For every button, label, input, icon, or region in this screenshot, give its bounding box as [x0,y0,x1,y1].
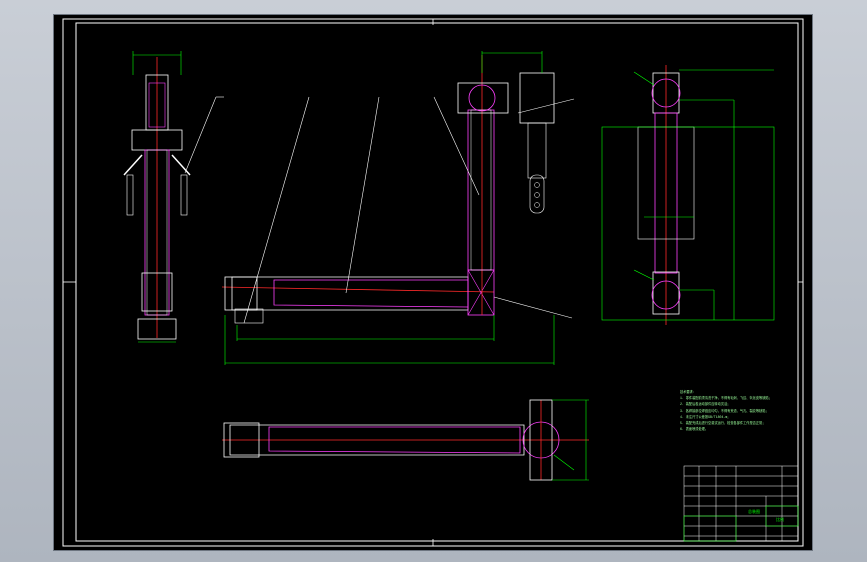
title-block [683,465,799,542]
end-view [601,65,775,325]
outer-border [62,18,804,547]
front-view [123,51,224,343]
side-view [221,51,575,365]
assembly-drawing: 总装图 比例 [62,18,804,547]
notes-line-6: 6. 表面喷漆处理。 [680,427,709,432]
frame-ticks [63,19,803,546]
technical-notes: 技术要求： 1. 零件装配前须清洗干净，不得有毛刺、飞边、氧化皮等缺陷； 2. … [680,389,800,432]
inner-border [75,22,799,542]
top-view [222,399,589,481]
title-block-name: 总装图 [748,508,760,514]
title-block-scale-label: 比例 [776,516,784,522]
cad-viewport[interactable]: 总装图 比例 技术要求： 1. 零件装配前须清洗干净，不得有毛刺、飞边、氧化皮等… [53,14,813,551]
